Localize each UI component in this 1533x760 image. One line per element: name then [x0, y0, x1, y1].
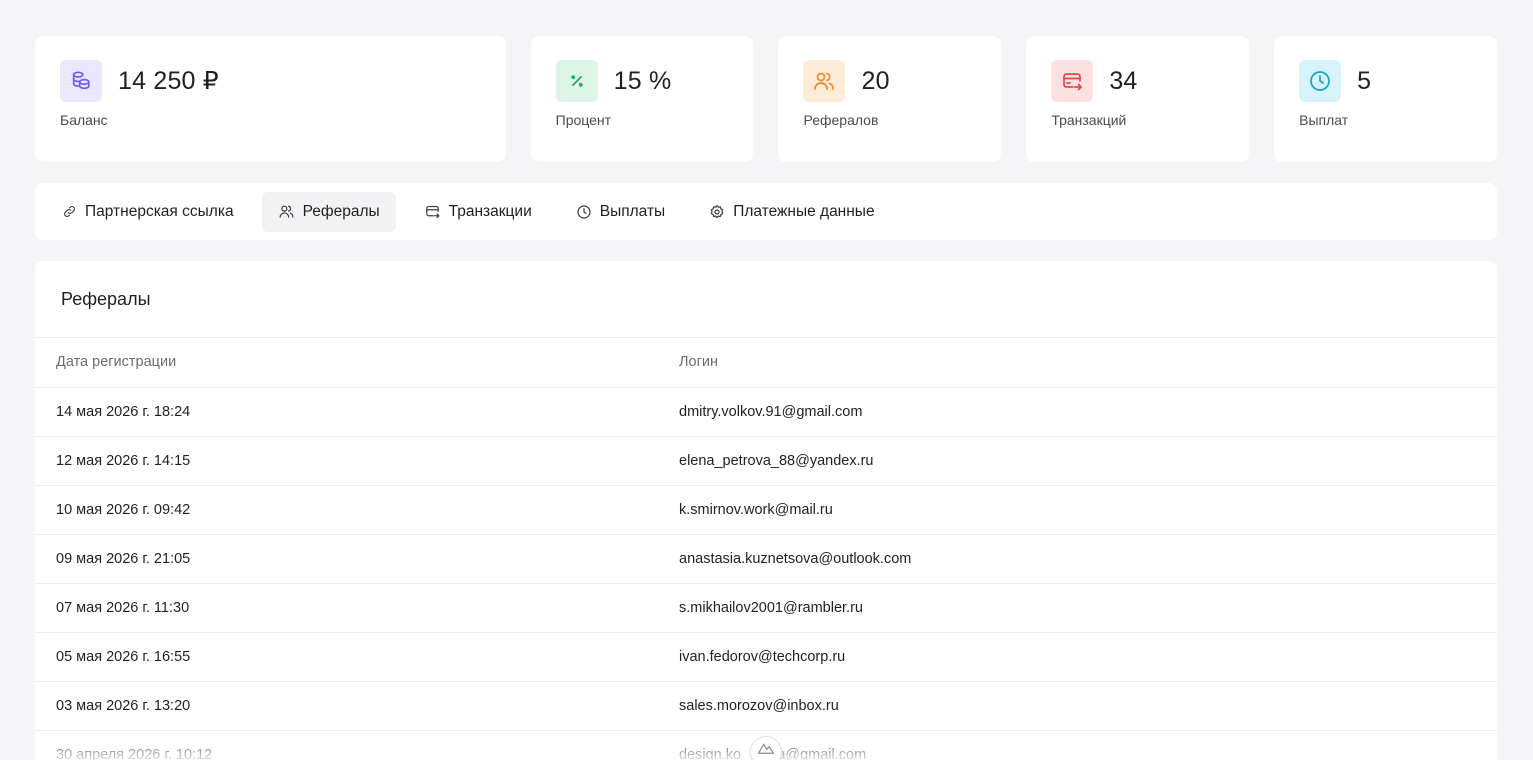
cell-login: anastasia.kuznetsova@outlook.com [679, 534, 1497, 584]
tab-bar: Партнерская ссылка Рефералы Транзакции В… [35, 183, 1497, 240]
tab-payouts[interactable]: Выплаты [560, 192, 681, 232]
clock-icon [1299, 60, 1342, 102]
referrals-table: Дата регистрации Логин 14 мая 2026 г. 18… [35, 338, 1497, 760]
tab-referrals[interactable]: Рефералы [261, 191, 396, 232]
mountain-logo-icon [757, 743, 775, 754]
clock-icon [577, 204, 591, 219]
stat-card-referrals: 20 Рефералов [778, 36, 1002, 162]
stat-label: Транзакций [1051, 112, 1127, 128]
stats-row: 14 250 ₽ Баланс 15 % Процент 20 Реферало… [35, 36, 1497, 162]
stat-card-balance: 14 250 ₽ Баланс [35, 36, 506, 162]
cell-login: dmitry.volkov.91@gmail.com [679, 387, 1497, 437]
tab-label: Выплаты [599, 202, 666, 220]
stat-value: 20 [861, 66, 890, 95]
cell-date: 03 мая 2026 г. 13:20 [35, 681, 679, 731]
gear-icon [710, 204, 724, 218]
stat-value: 15 % [613, 66, 672, 95]
table-row: 07 мая 2026 г. 11:30 s.mikhailov2001@ram… [35, 583, 1497, 633]
cell-login: elena_petrova_88@yandex.ru [679, 436, 1497, 486]
coins-icon [60, 60, 102, 102]
link-icon [64, 206, 75, 217]
card-transfer-icon [1051, 60, 1094, 102]
stat-card-payouts: 5 Выплат [1274, 36, 1497, 162]
devtools-toggle-button[interactable] [750, 736, 782, 760]
stat-card-transactions: 34 Транзакций [1026, 36, 1250, 162]
users-icon [279, 205, 294, 218]
stat-label: Процент [555, 112, 612, 128]
column-header-login[interactable]: Логин [679, 338, 1497, 388]
stat-label: Рефералов [803, 112, 879, 128]
cell-login: sales.morozov@inbox.ru [679, 681, 1497, 731]
tab-label: Транзакции [448, 202, 532, 220]
table-header-row: Дата регистрации Логин [35, 338, 1497, 388]
cell-date: 05 мая 2026 г. 16:55 [35, 632, 679, 682]
percent-icon [555, 60, 598, 102]
tab-partner-link[interactable]: Партнерская ссылка [46, 192, 250, 232]
users-icon [803, 60, 846, 102]
stat-value: 5 [1357, 66, 1372, 95]
table-row: 03 мая 2026 г. 13:20 sales.morozov@inbox… [35, 681, 1497, 731]
stat-card-percent: 15 % Процент [530, 36, 754, 162]
table-row: 05 мая 2026 г. 16:55 ivan.fedorov@techco… [35, 632, 1497, 682]
stat-label: Выплат [1299, 112, 1349, 128]
cell-login: ivan.fedorov@techcorp.ru [679, 632, 1497, 682]
tab-transactions[interactable]: Транзакции [408, 192, 548, 232]
cell-date: 10 мая 2026 г. 09:42 [35, 485, 679, 535]
table-row: 10 мая 2026 г. 09:42 k.smirnov.work@mail… [35, 485, 1497, 535]
stat-value: 34 [1109, 66, 1138, 95]
tab-payment-details[interactable]: Платежные данные [693, 192, 890, 232]
column-header-date[interactable]: Дата регистрации [35, 338, 679, 388]
cell-date: 30 апреля 2026 г. 10:12 [35, 730, 679, 760]
stat-value: 14 250 ₽ [118, 67, 219, 95]
table-row: 12 мая 2026 г. 14:15 elena_petrova_88@ya… [35, 436, 1497, 486]
tab-label: Рефералы [302, 202, 380, 220]
tab-label: Партнерская ссылка [85, 202, 234, 220]
stat-label: Баланс [60, 112, 108, 128]
cell-date: 14 мая 2026 г. 18:24 [35, 387, 679, 437]
cell-date: 12 мая 2026 г. 14:15 [35, 436, 679, 486]
panel-title: Рефералы [35, 261, 1497, 338]
referrals-panel: Рефералы Дата регистрации Логин 14 мая 2… [35, 261, 1497, 760]
cell-date: 09 мая 2026 г. 21:05 [35, 534, 679, 584]
cell-date: 07 мая 2026 г. 11:30 [35, 583, 679, 633]
cell-login: k.smirnov.work@mail.ru [679, 485, 1497, 535]
tab-label: Платежные данные [733, 202, 875, 220]
cell-login: s.mikhailov2001@rambler.ru [679, 583, 1497, 633]
table-row: 14 мая 2026 г. 18:24 dmitry.volkov.91@gm… [35, 387, 1497, 437]
cell-login: design.ko va@gmail.com [679, 730, 1497, 760]
card-transfer-icon [425, 205, 440, 219]
table-row: 09 мая 2026 г. 21:05 anastasia.kuznetsov… [35, 534, 1497, 584]
